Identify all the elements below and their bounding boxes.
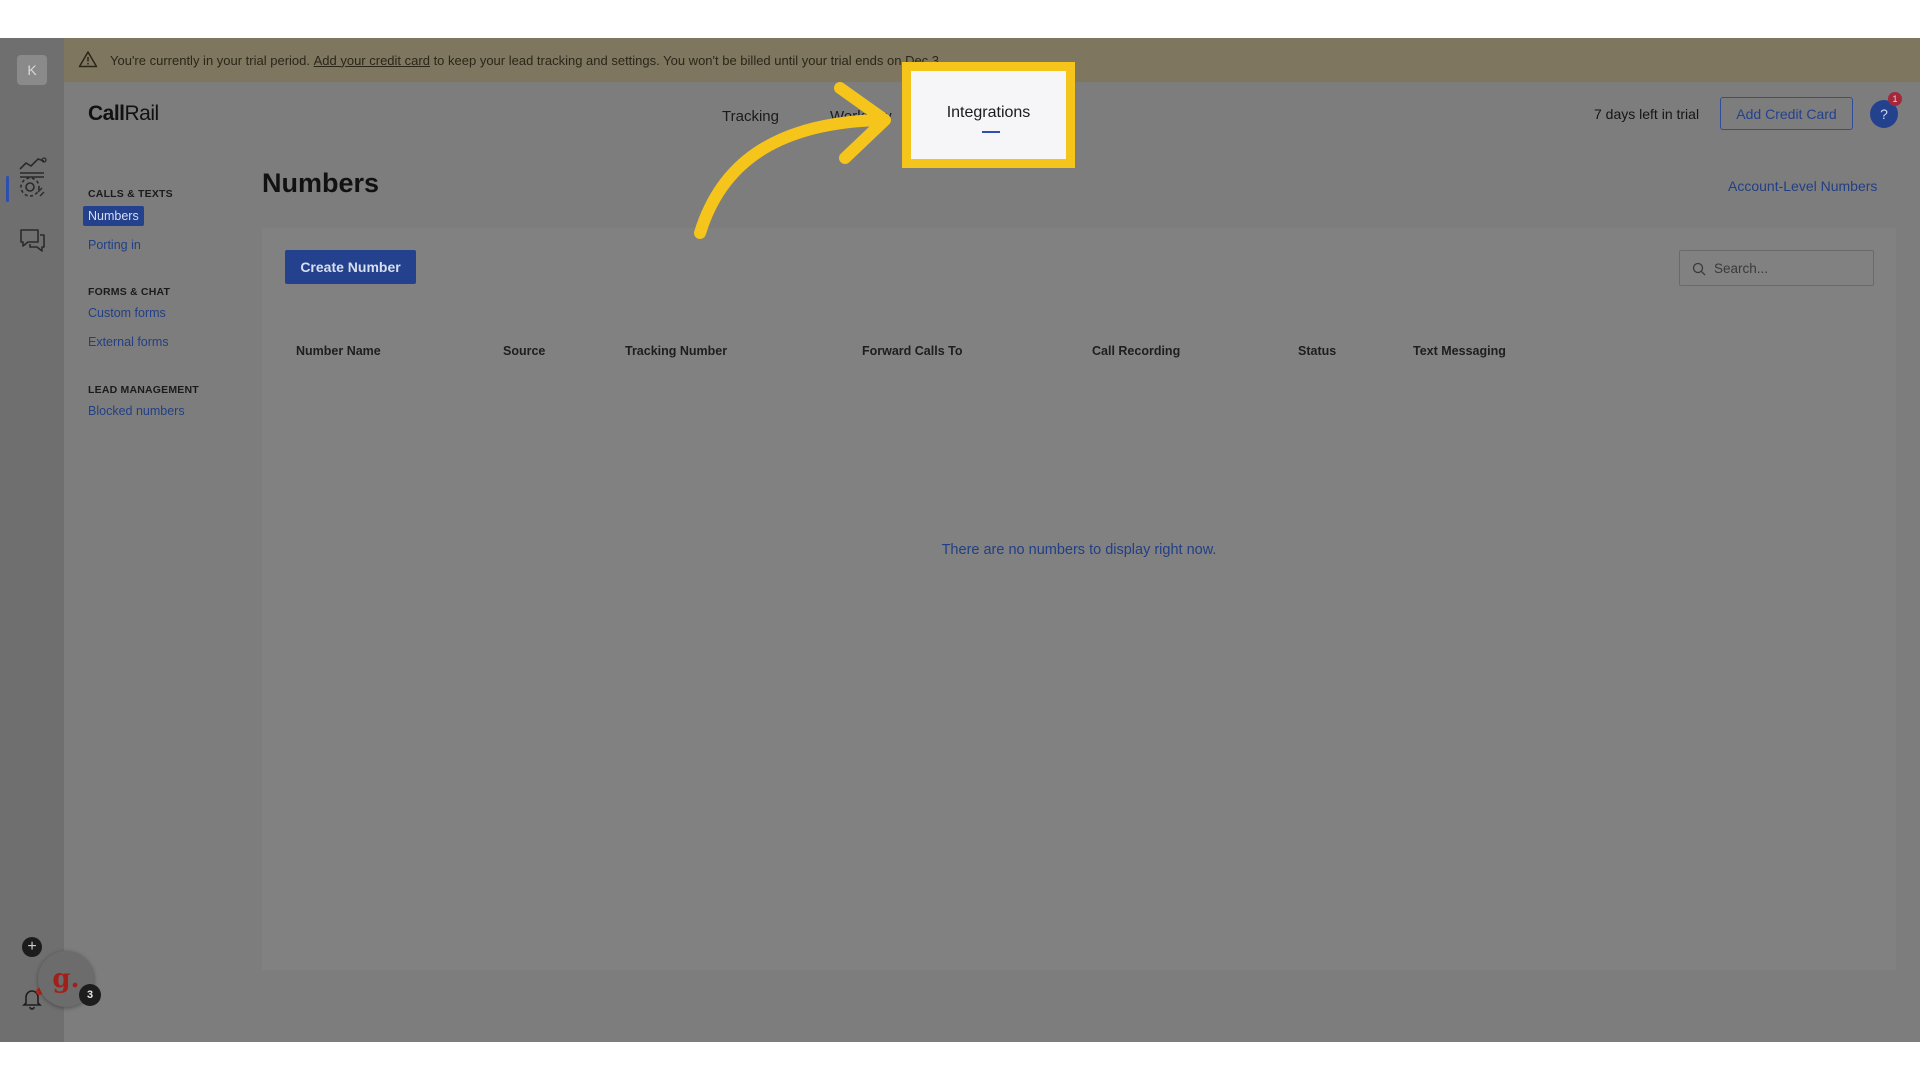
- settings-icon[interactable]: [16, 172, 48, 204]
- callrail-logo[interactable]: CallRail: [88, 102, 159, 126]
- account-level-numbers-link[interactable]: Account-Level Numbers: [1728, 178, 1877, 194]
- column-status[interactable]: Status: [1298, 344, 1336, 358]
- banner-text-start: You're currently in your trial period.: [110, 52, 314, 68]
- empty-state-message: There are no numbers to display right no…: [941, 542, 1217, 558]
- account-avatar[interactable]: K: [17, 55, 47, 85]
- search-box: [1679, 250, 1874, 286]
- logo-rail: Rail: [124, 102, 160, 125]
- active-tab-underline: [982, 131, 1000, 133]
- warning-icon: [78, 50, 98, 71]
- column-tracking-number[interactable]: Tracking Number: [625, 344, 727, 358]
- rail-active-indicator: [6, 176, 9, 202]
- page-title: Numbers: [262, 168, 380, 198]
- column-source[interactable]: Source: [503, 344, 545, 358]
- add-credit-card-button[interactable]: Add Credit Card: [1720, 97, 1853, 130]
- create-number-button[interactable]: Create Number: [285, 250, 416, 284]
- section-calls-texts: CALLS & TEXTS: [88, 188, 173, 200]
- search-icon: [1692, 262, 1706, 281]
- section-forms-chat: FORMS & CHAT: [88, 286, 171, 298]
- add-button[interactable]: +: [22, 937, 42, 957]
- column-text-messaging[interactable]: Text Messaging: [1413, 344, 1506, 358]
- column-number-name[interactable]: Number Name: [296, 344, 381, 358]
- left-rail: K +: [0, 38, 64, 1042]
- chat-icon[interactable]: [16, 224, 48, 256]
- app-window: K + g. 3 You're currently in your trial …: [0, 38, 1920, 1042]
- sidebar-item-blocked-numbers[interactable]: Blocked numbers: [88, 404, 185, 418]
- logo-call: Call: [88, 102, 125, 125]
- add-credit-card-link[interactable]: Add your credit card: [314, 53, 430, 68]
- column-forward-calls-to[interactable]: Forward Calls To: [862, 344, 962, 358]
- banner-text-end: to keep your lead tracking and settings.…: [429, 52, 943, 68]
- column-call-recording[interactable]: Call Recording: [1092, 344, 1180, 358]
- sidebar-item-numbers[interactable]: Numbers: [83, 206, 144, 226]
- search-input[interactable]: [1714, 258, 1864, 278]
- g-widget-badge: 3: [79, 984, 101, 1006]
- numbers-panel: [262, 228, 1896, 970]
- nav-tab-integrations-highlight[interactable]: Integrations: [902, 62, 1075, 168]
- trial-days-remaining: 7 days left in trial: [1594, 106, 1700, 122]
- tutorial-arrow-icon: [694, 82, 891, 239]
- sidebar-item-custom-forms[interactable]: Custom forms: [88, 306, 166, 320]
- help-notification-badge: 1: [1888, 92, 1902, 106]
- section-lead-management: LEAD MANAGEMENT: [88, 384, 199, 396]
- sidebar-item-porting-in[interactable]: Porting in: [88, 238, 141, 252]
- nav-tab-integrations[interactable]: Integrations: [911, 104, 1066, 122]
- sidebar-item-external-forms[interactable]: External forms: [88, 335, 169, 349]
